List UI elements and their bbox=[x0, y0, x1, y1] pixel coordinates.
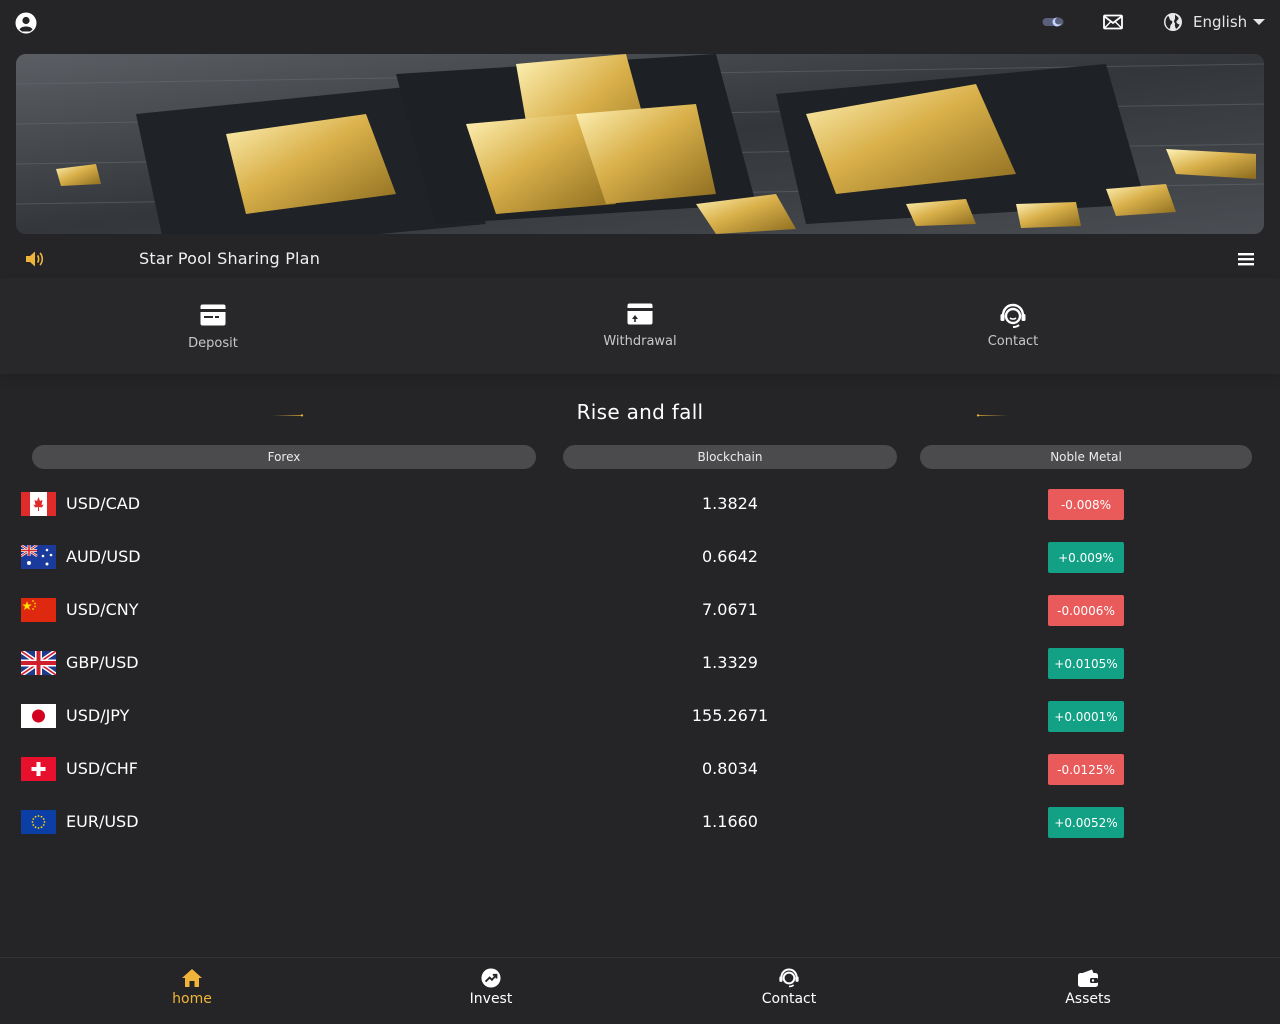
change-badge: +0.009% bbox=[1048, 542, 1124, 573]
headset-icon bbox=[1000, 303, 1026, 328]
theme-toggle-icon[interactable] bbox=[1042, 15, 1064, 29]
eu-flag bbox=[21, 810, 56, 834]
pair-name: EUR/USD bbox=[66, 812, 139, 831]
price-value: 1.3329 bbox=[702, 653, 758, 672]
deposit-label: Deposit bbox=[188, 336, 238, 351]
table-row[interactable]: AUD/USD 0.6642 +0.009% bbox=[0, 531, 1280, 584]
table-row[interactable]: USD/CHF 0.8034 -0.0125% bbox=[0, 743, 1280, 796]
title-decoration-right bbox=[976, 414, 1008, 417]
japan-flag bbox=[21, 704, 56, 728]
uk-flag bbox=[21, 651, 56, 675]
nav-contact[interactable]: Contact bbox=[719, 958, 859, 1024]
nav-home-label: home bbox=[172, 991, 212, 1007]
tab-blockchain[interactable]: Blockchain bbox=[563, 445, 897, 469]
table-row[interactable]: GBP/USD 1.3329 +0.0105% bbox=[0, 637, 1280, 690]
change-badge: +0.0105% bbox=[1048, 648, 1124, 679]
globe-icon bbox=[1164, 13, 1182, 31]
contact-label: Contact bbox=[987, 334, 1039, 349]
withdrawal-button[interactable]: Withdrawal bbox=[570, 278, 710, 374]
price-value: 0.6642 bbox=[702, 547, 758, 566]
speaker-icon bbox=[26, 251, 44, 267]
canada-flag bbox=[21, 492, 56, 516]
change-badge: +0.0001% bbox=[1048, 701, 1124, 732]
pair-name: GBP/USD bbox=[66, 653, 139, 672]
deposit-card-icon bbox=[200, 304, 226, 326]
pair-name: USD/CNY bbox=[66, 600, 139, 619]
notice-bar: Star Pool Sharing Plan bbox=[0, 240, 1280, 278]
withdrawal-label: Withdrawal bbox=[603, 334, 677, 349]
pair-name: USD/CAD bbox=[66, 494, 141, 513]
language-label: English bbox=[1193, 13, 1248, 31]
language-selector[interactable]: English bbox=[1163, 11, 1266, 33]
withdrawal-card-icon bbox=[627, 303, 653, 325]
nav-home[interactable]: home bbox=[122, 958, 262, 1024]
price-value: 1.3824 bbox=[702, 494, 758, 513]
switzerland-flag bbox=[21, 757, 56, 781]
price-value: 0.8034 bbox=[702, 759, 758, 778]
home-icon bbox=[182, 969, 202, 987]
gold-bars-image bbox=[16, 54, 1264, 234]
contact-button[interactable]: Contact bbox=[943, 278, 1083, 374]
nav-contact-label: Contact bbox=[761, 991, 817, 1007]
nav-assets-label: Assets bbox=[1065, 991, 1111, 1007]
change-badge: -0.0006% bbox=[1048, 595, 1124, 626]
caret-down-icon bbox=[1253, 19, 1266, 25]
user-avatar-icon[interactable] bbox=[15, 12, 37, 34]
nav-assets[interactable]: Assets bbox=[1018, 958, 1158, 1024]
wallet-icon bbox=[1078, 969, 1098, 987]
australia-flag bbox=[21, 545, 56, 569]
trend-icon bbox=[481, 968, 501, 988]
price-value: 155.2671 bbox=[691, 706, 769, 725]
pair-name: USD/CHF bbox=[66, 759, 138, 778]
price-value: 1.1660 bbox=[702, 812, 758, 831]
change-badge: -0.008% bbox=[1048, 489, 1124, 520]
table-row[interactable]: USD/CNY 7.0671 -0.0006% bbox=[0, 584, 1280, 637]
table-row[interactable]: USD/JPY 155.2671 +0.0001% bbox=[0, 690, 1280, 743]
section-title: Rise and fall bbox=[576, 400, 704, 424]
price-value: 7.0671 bbox=[702, 600, 758, 619]
mail-icon[interactable] bbox=[1103, 14, 1123, 30]
notice-text: Star Pool Sharing Plan bbox=[139, 249, 321, 268]
banner-carousel[interactable] bbox=[16, 54, 1264, 234]
nav-invest-label: Invest bbox=[469, 991, 513, 1007]
deposit-button[interactable]: Deposit bbox=[143, 278, 283, 374]
nav-invest[interactable]: Invest bbox=[421, 958, 561, 1024]
change-badge: -0.0125% bbox=[1048, 754, 1124, 785]
quick-actions: Deposit Withdrawal Contact bbox=[0, 278, 1280, 374]
change-badge: +0.0052% bbox=[1048, 807, 1124, 838]
table-row[interactable]: EUR/USD 1.1660 +0.0052% bbox=[0, 796, 1280, 849]
pair-name: AUD/USD bbox=[66, 547, 141, 566]
tab-forex[interactable]: Forex bbox=[32, 445, 536, 469]
china-flag bbox=[21, 598, 56, 622]
top-bar: English bbox=[0, 0, 1280, 46]
pair-name: USD/JPY bbox=[66, 706, 130, 725]
table-row[interactable]: USD/CAD 1.3824 -0.008% bbox=[0, 478, 1280, 531]
bottom-nav: home Invest Contact Assets bbox=[0, 957, 1280, 1024]
menu-icon[interactable] bbox=[1237, 251, 1255, 267]
tab-noble-metal[interactable]: Noble Metal bbox=[920, 445, 1252, 469]
support-icon bbox=[779, 968, 799, 988]
